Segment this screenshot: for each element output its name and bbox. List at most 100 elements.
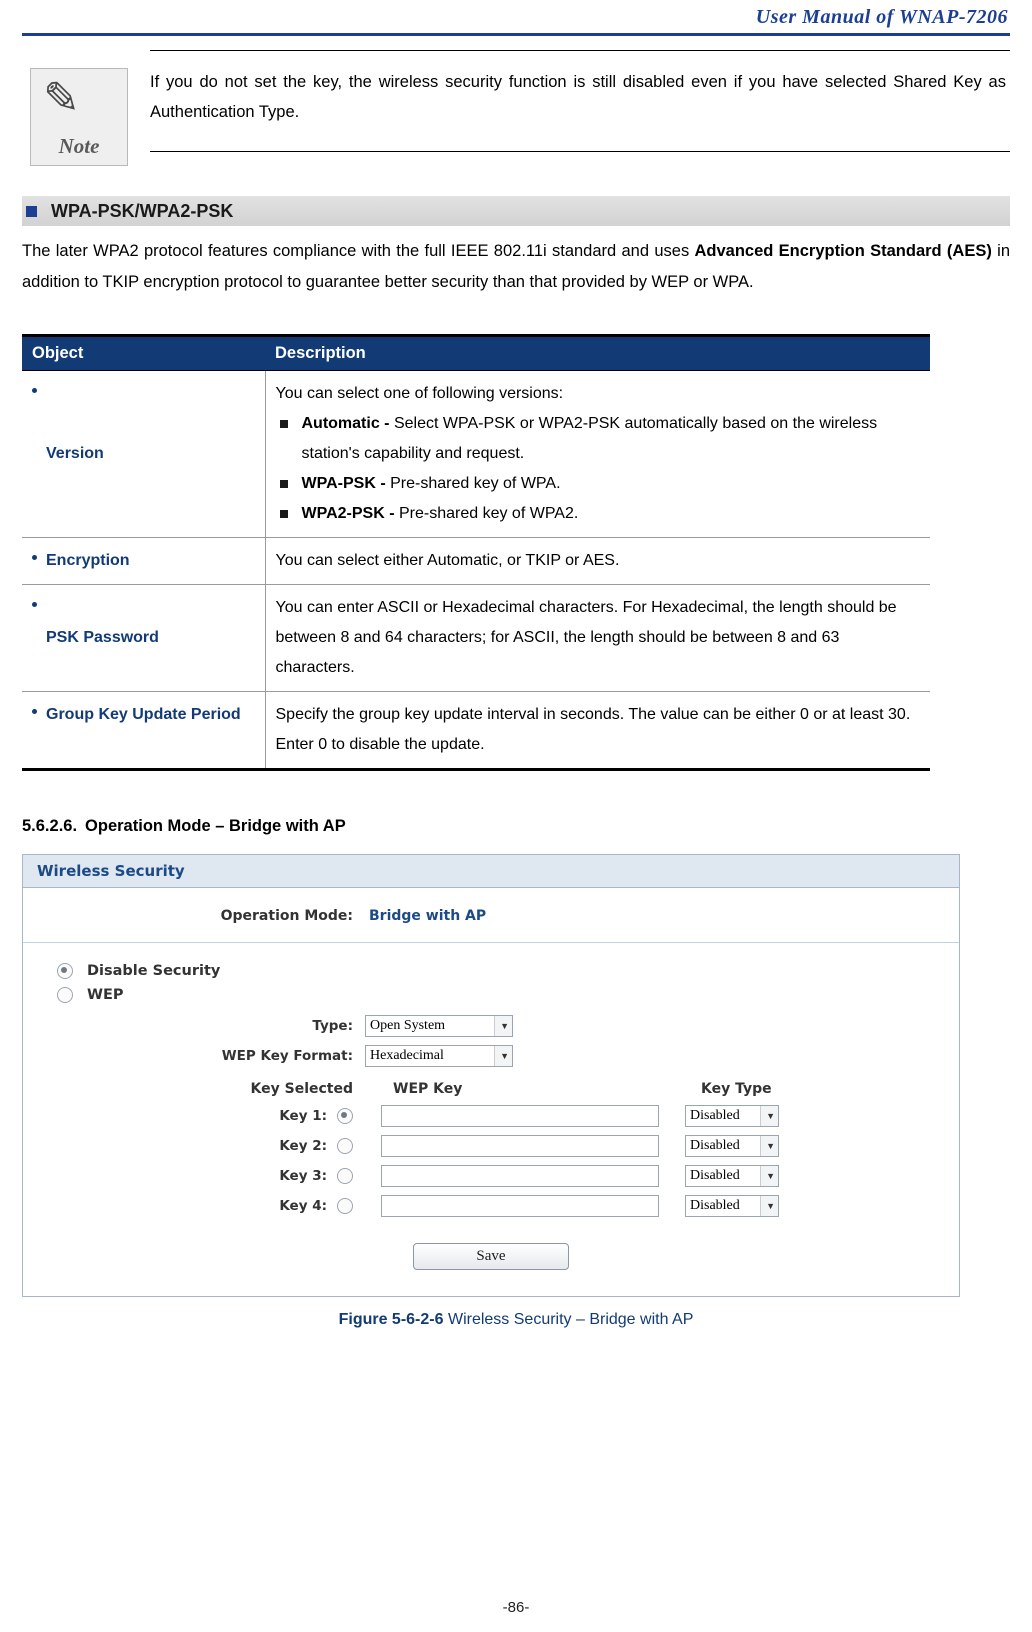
key3-type-select[interactable]: Disabled ▼ xyxy=(685,1165,779,1187)
document-header: User Manual of WNAP-7206 xyxy=(22,0,1010,29)
key4-input-wrap xyxy=(365,1194,671,1217)
key4-radio[interactable] xyxy=(337,1197,353,1214)
key3-radio[interactable] xyxy=(337,1167,353,1184)
section-paragraph: The later WPA2 protocol features complia… xyxy=(22,236,1010,298)
key1-input[interactable] xyxy=(381,1104,659,1127)
key2-input[interactable] xyxy=(381,1134,659,1157)
note-icon-label: Note xyxy=(58,134,100,158)
chevron-down-glyph: ▼ xyxy=(766,1201,775,1211)
note-icon: ✎ Note xyxy=(30,68,128,166)
bullet-dot-icon xyxy=(32,555,37,560)
list-item: Automatic - Select WPA-PSK or WPA2-PSK a… xyxy=(276,409,921,469)
list-item: WPA-PSK - Pre-shared key of WPA. xyxy=(276,469,921,499)
version-intro: You can select one of following versions… xyxy=(275,385,564,402)
col-wep-key: WEP Key xyxy=(393,1081,463,1097)
note-block: ✎ Note If you do not set the key, the wi… xyxy=(22,50,1010,166)
table-header-description: Description xyxy=(265,334,930,371)
document-page: User Manual of WNAP-7206 ✎ Note If you d… xyxy=(0,0,1032,1632)
key2-label: Key 2: xyxy=(279,1137,327,1154)
key4-input[interactable] xyxy=(381,1194,659,1217)
header-title: User Manual of WNAP-7206 xyxy=(755,6,1008,28)
key3-label-wrap: Key 3: xyxy=(23,1167,365,1184)
version-option-desc: Pre-shared key of WPA2. xyxy=(398,505,579,522)
wep-key-format-row: WEP Key Format: Hexadecimal ▼ xyxy=(23,1045,959,1067)
key2-input-wrap xyxy=(365,1134,671,1157)
disable-security-option[interactable]: Disable Security xyxy=(23,959,959,983)
operation-mode-label: Operation Mode: xyxy=(220,908,353,924)
square-bullet-icon xyxy=(279,480,288,488)
paragraph-part-1: The later WPA2 protocol features complia… xyxy=(22,242,695,260)
note-divider-top xyxy=(150,50,1010,51)
wep-label: WEP xyxy=(87,987,124,1003)
wep-key-table-header: Key Selected WEP Key Key Type xyxy=(23,1081,959,1097)
col-key-selected: Key Selected xyxy=(250,1081,353,1097)
key2-radio[interactable] xyxy=(337,1137,353,1154)
operation-mode-row: Operation Mode: Bridge with AP xyxy=(23,888,959,943)
key2-type-select[interactable]: Disabled ▼ xyxy=(685,1135,779,1157)
table-cell-description: You can select either Automatic, or TKIP… xyxy=(265,537,930,585)
key3-label: Key 3: xyxy=(279,1167,327,1184)
key1-type-select[interactable]: Disabled ▼ xyxy=(685,1105,779,1127)
panel-body: Operation Mode: Bridge with AP Disable S… xyxy=(23,888,959,1296)
wep-key-format-select[interactable]: Hexadecimal ▼ xyxy=(365,1045,513,1067)
wep-key-format-value: Hexadecimal xyxy=(370,1048,444,1063)
square-bullet-icon xyxy=(26,205,37,217)
version-option-name: WPA2-PSK - xyxy=(301,505,399,522)
table-row: PSK Password You can enter ASCII or Hexa… xyxy=(22,584,930,692)
key3-input[interactable] xyxy=(381,1164,659,1187)
chevron-down-glyph: ▼ xyxy=(766,1171,775,1181)
version-option-name: WPA-PSK - xyxy=(301,475,391,492)
wep-option[interactable]: WEP xyxy=(23,983,959,1007)
table-row: Encryption You can select either Automat… xyxy=(22,537,930,585)
version-option-list: Automatic - Select WPA-PSK or WPA2-PSK a… xyxy=(276,409,921,529)
bullet-dot-icon xyxy=(32,602,37,607)
square-bullet-icon xyxy=(279,510,288,518)
note-divider-bottom xyxy=(150,151,1010,152)
chevron-down-glyph: ▼ xyxy=(766,1141,775,1151)
type-select[interactable]: Open System ▼ xyxy=(365,1015,513,1037)
table-cell-description: Specify the group key update interval in… xyxy=(265,691,930,771)
wep-key-table: Key Selected WEP Key Key Type Key 1: Dis… xyxy=(23,1081,959,1217)
key4-type-select[interactable]: Disabled ▼ xyxy=(685,1195,779,1217)
table-object-label: Encryption xyxy=(46,552,130,569)
note-text-wrap: If you do not set the key, the wireless … xyxy=(150,50,1010,152)
chevron-down-glyph: ▼ xyxy=(500,1021,509,1031)
key2-label-wrap: Key 2: xyxy=(23,1137,365,1154)
key1-label-wrap: Key 1: xyxy=(23,1107,365,1124)
wep-key-row: Key 2: Disabled ▼ xyxy=(23,1134,959,1157)
key1-type-wrap: Disabled ▼ xyxy=(671,1104,779,1127)
pencil-writing-icon: ✎ xyxy=(43,74,80,123)
panel-title: Wireless Security xyxy=(23,855,959,888)
table-cell-object: PSK Password xyxy=(22,584,266,692)
square-bullet-icon xyxy=(279,420,288,428)
paragraph-bold-term: Advanced Encryption Standard (AES) xyxy=(694,242,992,260)
col-key-type: Key Type xyxy=(701,1081,772,1097)
sub-heading-text: Operation Mode – Bridge with AP xyxy=(85,817,346,835)
key1-type-value: Disabled xyxy=(690,1108,740,1123)
sub-heading: 5.6.2.6. Operation Mode – Bridge with AP xyxy=(22,817,1010,836)
save-button-wrap: Save xyxy=(23,1227,959,1286)
key3-input-wrap xyxy=(365,1164,671,1187)
object-description-table: Object Description Version You can selec… xyxy=(22,334,930,771)
table-cell-object: Group Key Update Period xyxy=(22,691,266,771)
wep-key-row: Key 1: Disabled ▼ xyxy=(23,1104,959,1127)
wep-key-format-label: WEP Key Format: xyxy=(221,1048,353,1064)
bullet-dot-icon xyxy=(32,709,37,714)
table-row: Group Key Update Period Specify the grou… xyxy=(22,691,930,771)
page-footer: -86- xyxy=(0,1599,1032,1616)
save-button[interactable]: Save xyxy=(413,1243,569,1270)
table-header-object: Object xyxy=(22,334,265,371)
version-option-name: Automatic - xyxy=(301,415,394,432)
disable-security-radio[interactable] xyxy=(57,963,73,979)
type-label: Type: xyxy=(312,1018,353,1034)
table-cell-object: Encryption xyxy=(22,537,266,585)
wep-radio[interactable] xyxy=(57,987,73,1003)
chevron-down-glyph: ▼ xyxy=(500,1051,509,1061)
table-cell-object: Version xyxy=(22,370,266,538)
section-heading-label: WPA-PSK/WPA2-PSK xyxy=(51,200,234,221)
key3-type-value: Disabled xyxy=(690,1168,740,1183)
wireless-security-screenshot: Wireless Security Operation Mode: Bridge… xyxy=(22,854,960,1297)
key1-input-wrap xyxy=(365,1104,671,1127)
key1-radio[interactable] xyxy=(337,1107,353,1124)
security-options: Disable Security WEP Type: Open System ▼… xyxy=(23,943,959,1296)
